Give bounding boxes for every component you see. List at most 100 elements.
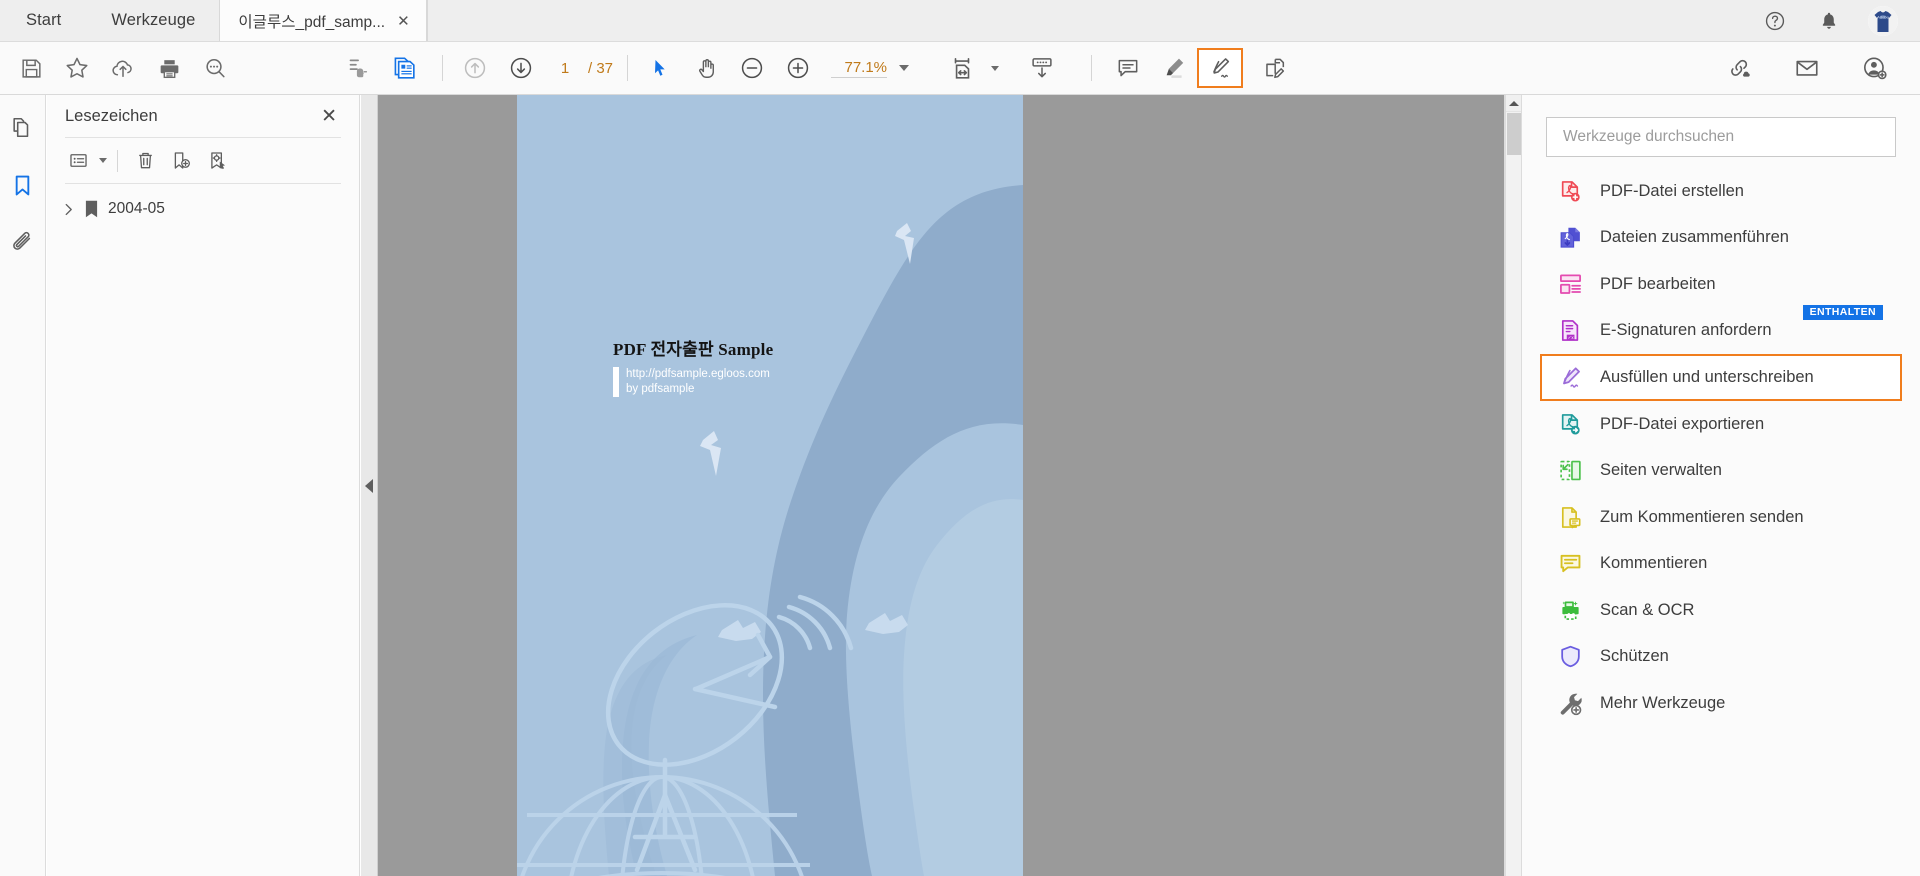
chevron-down-icon-bookmark-options[interactable]	[99, 158, 107, 163]
add-person-icon[interactable]	[1852, 48, 1898, 88]
help-icon[interactable]	[1760, 6, 1790, 36]
star-icon[interactable]	[54, 48, 100, 88]
bookmark-options-icon[interactable]	[61, 145, 95, 177]
tool-label: Kommentieren	[1600, 554, 1707, 573]
scroll-mode-icon[interactable]	[1019, 48, 1065, 88]
tool-label: Schützen	[1600, 647, 1669, 666]
notifications-bell-icon[interactable]	[1814, 6, 1844, 36]
document-viewer[interactable]: PDF 전자출판 Sample http://pdfsample.egloos.…	[361, 95, 1521, 876]
tool-label: E-Signaturen anfordern	[1600, 321, 1772, 340]
page-indicator: / 37	[548, 56, 613, 81]
combine-files-icon	[1558, 225, 1583, 250]
included-badge: ENTHALTEN	[1803, 305, 1883, 321]
email-icon[interactable]	[1784, 48, 1830, 88]
menu-tab-home[interactable]: Start	[0, 0, 87, 41]
document-vertical-scrollbar[interactable]	[1505, 95, 1521, 876]
select-tool-icon[interactable]	[637, 48, 683, 88]
page-total-label: / 37	[588, 60, 613, 77]
search-icon[interactable]	[192, 48, 238, 88]
scan-ocr-icon	[1558, 598, 1583, 623]
tool-label: Zum Kommentieren senden	[1600, 508, 1804, 527]
request-signature-icon[interactable]	[1251, 48, 1297, 88]
read-aloud-icon[interactable]	[334, 48, 380, 88]
tool-item-combine-files[interactable]: Dateien zusammenführen	[1522, 215, 1920, 262]
tool-label: PDF bearbeiten	[1600, 275, 1716, 294]
rail-page-thumbnails[interactable]	[4, 109, 42, 145]
previous-page-icon[interactable]	[452, 48, 498, 88]
search-input[interactable]	[1561, 127, 1881, 147]
chevron-right-icon[interactable]	[61, 203, 75, 216]
tool-item-request-esignatures[interactable]: ENTHALTEN ✓x E-Signaturen anfordern	[1522, 308, 1920, 355]
delete-bookmark-icon[interactable]	[128, 145, 162, 177]
tool-item-export-pdf[interactable]: PDF-Datei exportieren	[1522, 401, 1920, 448]
rail-attachments[interactable]	[4, 225, 42, 261]
page-number-input[interactable]	[548, 56, 582, 81]
bookmark-label: 2004-05	[108, 200, 165, 218]
hand-tool-icon[interactable]	[683, 48, 729, 88]
user-avatar[interactable]: Adobe	[1868, 6, 1898, 36]
next-page-icon[interactable]	[498, 48, 544, 88]
close-icon[interactable]: ✕	[394, 12, 412, 30]
tool-label: PDF-Datei erstellen	[1600, 182, 1744, 201]
view-tools-group	[637, 48, 821, 88]
pdf-page[interactable]: PDF 전자출판 Sample http://pdfsample.egloos.…	[517, 95, 1023, 876]
tool-item-fill-and-sign[interactable]: Ausfüllen und unterschreiben	[1540, 354, 1902, 401]
highlight-icon[interactable]	[1151, 48, 1197, 88]
scrollbar-thumb[interactable]	[1507, 113, 1521, 155]
comment-icon[interactable]	[1105, 48, 1151, 88]
fit-group	[939, 48, 1065, 88]
tool-item-organize-pages[interactable]: Seiten verwalten	[1522, 448, 1920, 495]
tool-item-create-pdf[interactable]: PDF-Datei erstellen	[1522, 168, 1920, 215]
tool-item-scan-ocr[interactable]: Scan & OCR	[1522, 587, 1920, 634]
bookmarks-panel: Lesezeichen ✕	[47, 95, 360, 876]
zoom-level-value[interactable]: 77.1%	[831, 59, 887, 78]
tool-item-protect[interactable]: Schützen	[1522, 634, 1920, 681]
bookmarks-panel-title: Lesezeichen	[65, 107, 317, 126]
svg-text:Adobe: Adobe	[1877, 14, 1889, 19]
new-bookmark-icon[interactable]	[164, 145, 198, 177]
menu-tab-tools[interactable]: Werkzeuge	[87, 0, 219, 41]
page-thumbnails-icon[interactable]	[380, 48, 426, 88]
page-heading: PDF 전자출판 Sample	[613, 335, 773, 360]
bookmark-tree-item[interactable]: 2004-05	[47, 194, 359, 224]
triangle-left-icon	[365, 479, 373, 493]
rail-bookmarks[interactable]	[4, 167, 42, 203]
chevron-down-icon[interactable]	[899, 65, 909, 71]
document-tab-title: 이글루스_pdf_samp...	[238, 10, 394, 32]
document-tab[interactable]: 이글루스_pdf_samp... ✕	[219, 0, 427, 41]
close-icon[interactable]: ✕	[317, 103, 341, 130]
tool-label: PDF-Datei exportieren	[1600, 415, 1764, 434]
tool-item-comment[interactable]: Kommentieren	[1522, 541, 1920, 588]
save-icon[interactable]	[8, 48, 54, 88]
zoom-in-icon[interactable]	[775, 48, 821, 88]
share-link-icon[interactable]	[1716, 48, 1762, 88]
zoom-out-icon[interactable]	[729, 48, 775, 88]
scroll-up-button[interactable]	[1506, 95, 1521, 112]
fill-and-sign-icon	[1558, 365, 1583, 390]
fill-and-sign-icon[interactable]	[1197, 48, 1243, 88]
bookmark-target-icon[interactable]	[200, 145, 234, 177]
tool-item-more-tools[interactable]: Mehr Werkzeuge	[1522, 680, 1920, 727]
tool-label: Dateien zusammenführen	[1600, 228, 1789, 247]
organize-pages-icon	[1558, 458, 1583, 483]
tools-panel: PDF-Datei erstellen Dateien zusammenführ…	[1521, 95, 1920, 876]
cloud-upload-icon[interactable]	[100, 48, 146, 88]
tool-item-edit-pdf[interactable]: PDF bearbeiten	[1522, 261, 1920, 308]
tools-search-box[interactable]	[1546, 117, 1896, 157]
chevron-down-icon-fit[interactable]	[991, 66, 999, 71]
zoom-control[interactable]: 77.1%	[831, 59, 909, 78]
toolbar-separator	[442, 55, 443, 81]
navigation-rail	[0, 95, 46, 876]
toolbar-separator-3	[1091, 55, 1092, 81]
menu-tab-home-label: Start	[26, 11, 61, 30]
tool-label: Seiten verwalten	[1600, 461, 1722, 480]
page-byline: by pdfsample	[626, 383, 694, 395]
protect-icon	[1558, 644, 1583, 669]
fit-width-icon[interactable]	[939, 48, 985, 88]
print-icon[interactable]	[146, 48, 192, 88]
tool-item-send-for-comments[interactable]: Zum Kommentieren senden	[1522, 494, 1920, 541]
annotation-group	[1105, 48, 1297, 88]
tool-label: Scan & OCR	[1600, 601, 1694, 620]
edit-pdf-icon	[1558, 272, 1583, 297]
collapse-left-panel-button[interactable]	[361, 95, 378, 876]
